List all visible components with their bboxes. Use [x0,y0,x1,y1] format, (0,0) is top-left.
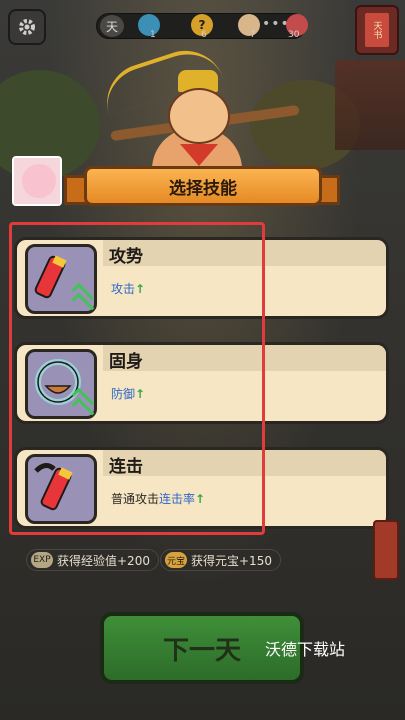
reward-text: 获得经验值+200 [57,553,150,568]
pagoda-decoration [335,60,405,150]
day-badge: 天 [100,15,124,37]
side-tab[interactable] [373,520,399,580]
selection-highlight-frame [9,222,265,535]
companion-avatar [12,156,62,206]
resource-count: 1 [150,30,156,40]
gear-icon [19,19,35,35]
avatar-face [22,164,56,198]
reward-ingot: 元宝 获得元宝+150 [160,549,281,571]
settings-button[interactable] [8,9,46,45]
resource-count: 7 [250,30,256,40]
resource-count: 30 [288,30,300,40]
exp-icon: EXP [31,552,53,568]
reward-text: 获得元宝+150 [191,553,272,568]
book-button[interactable]: 天书 [355,5,399,55]
map-icon [138,14,160,36]
hero-head [168,88,230,144]
reward-exp: EXP 获得经验值+200 [26,549,159,571]
watermark-text: 沃德下载站 [265,640,346,659]
ingot-icon: 元宝 [165,552,187,568]
monkey-icon [238,14,260,36]
book-icon: 天书 [365,13,389,47]
dialog-title: 选择技能 [84,166,322,206]
resource-count: 6 [201,30,207,40]
